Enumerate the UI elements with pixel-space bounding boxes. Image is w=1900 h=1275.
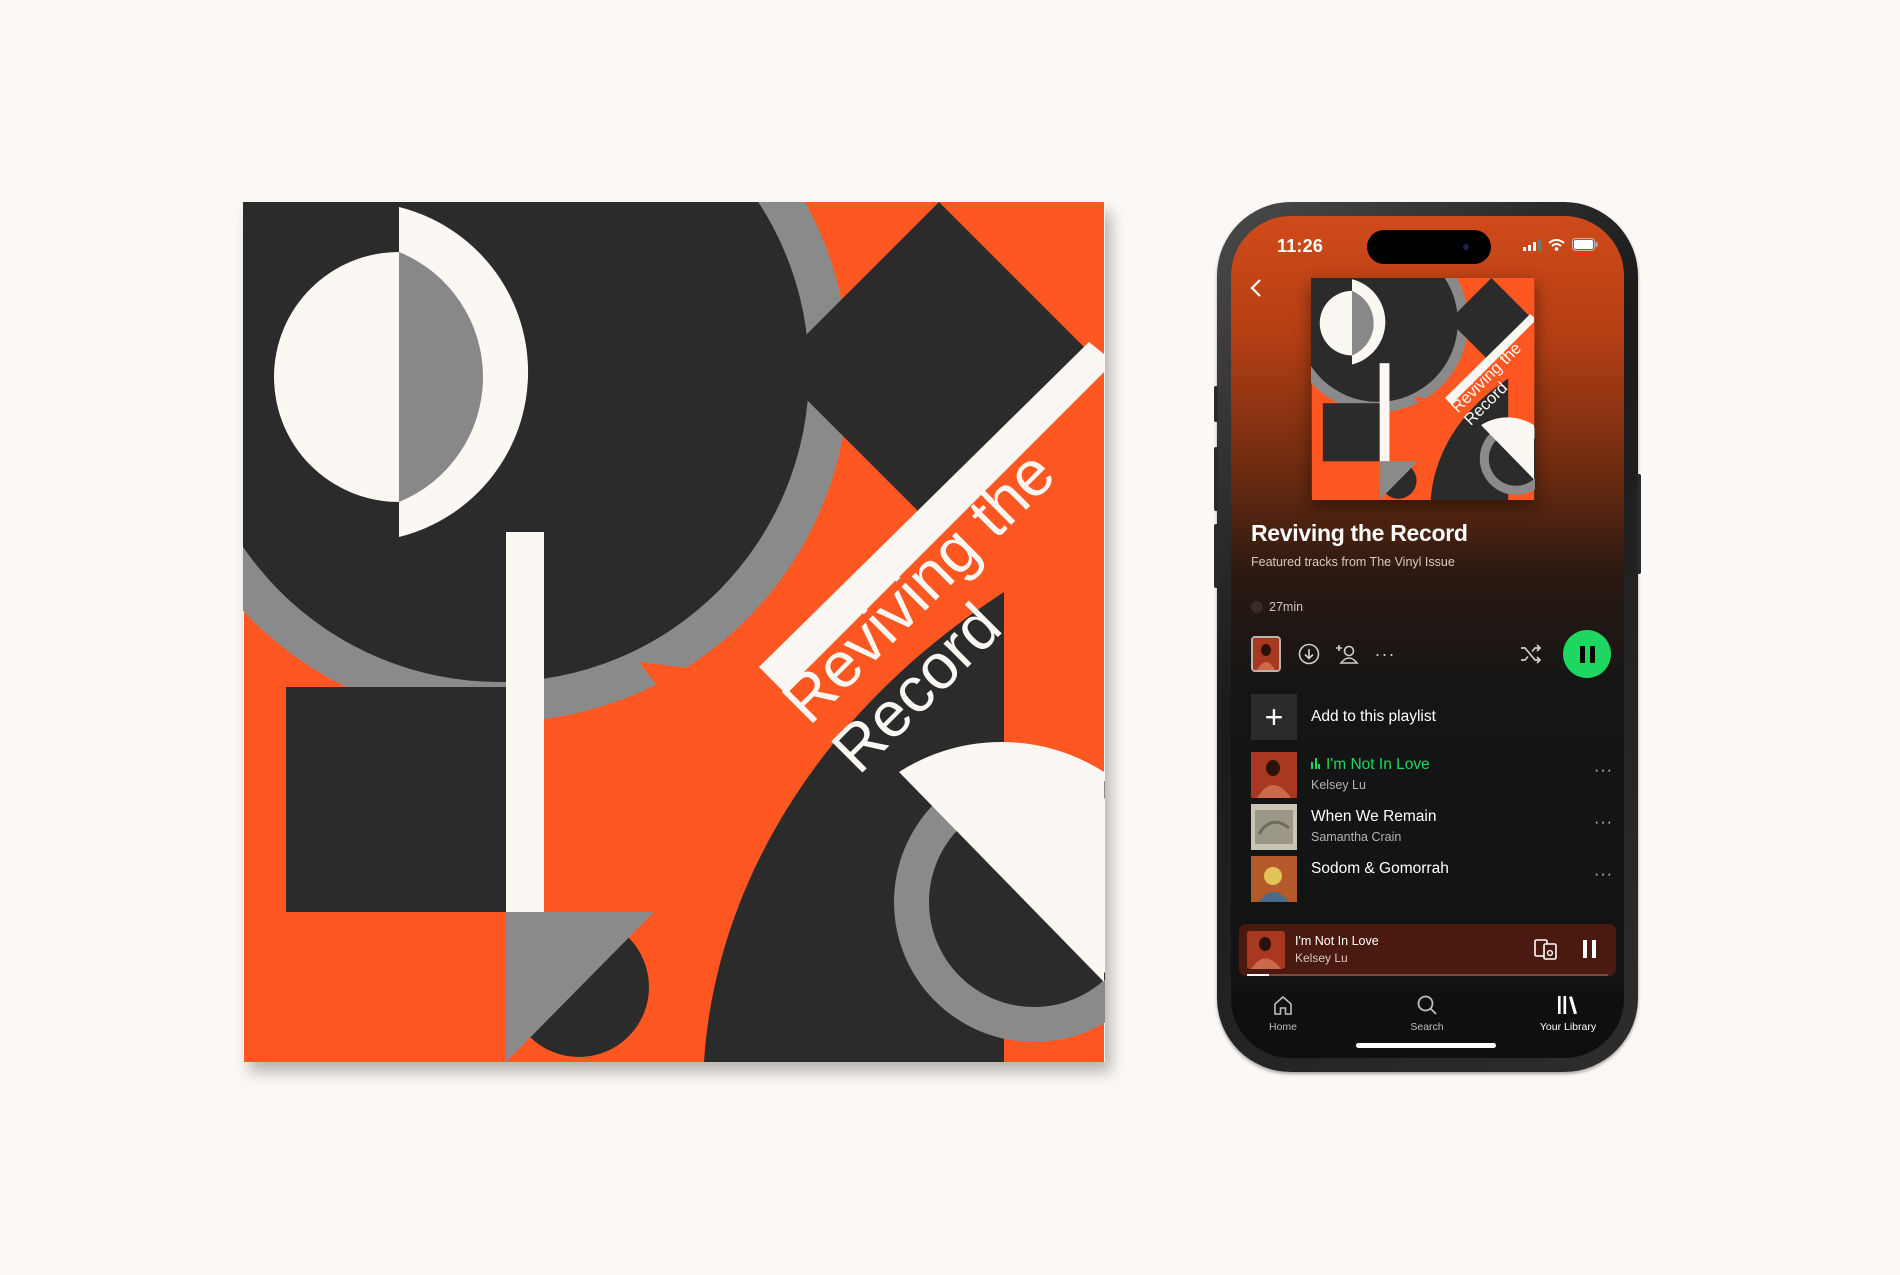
volume-down-button: [1214, 524, 1218, 588]
pause-icon: [1583, 940, 1587, 958]
playlist-cover: Reviving the Record: [1311, 278, 1535, 500]
tab-your-library-label: Your Library: [1539, 1021, 1597, 1033]
tab-bar: Home Search Your Library: [1231, 980, 1624, 1058]
download-icon: [1298, 643, 1320, 665]
preview-cover-button[interactable]: [1251, 636, 1281, 672]
back-button[interactable]: [1249, 278, 1263, 303]
track-title: Sodom & Gomorrah: [1311, 860, 1449, 877]
now-playing-cover: [1247, 931, 1285, 969]
phone-screen: 11:26 Reviving the Record Reviving the R…: [1231, 216, 1624, 1058]
mute-switch: [1214, 386, 1218, 422]
signal-icon: [1523, 238, 1541, 251]
status-time: 11:26: [1277, 236, 1324, 256]
track-cover: [1251, 752, 1297, 798]
volume-up-button: [1214, 447, 1218, 511]
owner-avatar[interactable]: [1251, 601, 1263, 613]
add-user-icon: [1336, 645, 1359, 664]
tab-home[interactable]: Home: [1238, 992, 1328, 1033]
add-to-playlist-label: Add to this playlist: [1311, 708, 1436, 725]
track-title: I'm Not In Love: [1326, 756, 1430, 773]
pause-button[interactable]: [1563, 630, 1611, 678]
playlist-duration: 27min: [1251, 600, 1303, 614]
add-collaborator-button[interactable]: [1333, 640, 1361, 668]
add-to-playlist-row[interactable]: + Add to this playlist: [1251, 694, 1436, 740]
track-artist: Samantha Crain: [1311, 830, 1402, 844]
album-art-graphic: Reviving the Record: [243, 202, 1105, 1062]
playlist-cover-graphic: Reviving the Record: [1311, 278, 1535, 500]
album-art-large: Reviving the Record: [243, 202, 1105, 1062]
devices-icon: [1534, 939, 1557, 960]
dynamic-island: [1367, 230, 1491, 264]
connect-device-button[interactable]: [1534, 938, 1558, 965]
wifi-icon: [1548, 238, 1565, 251]
track-more-icon[interactable]: ···: [1594, 814, 1613, 832]
equalizer-icon: [1311, 758, 1320, 769]
track-row[interactable]: Sodom & Gomorrah ···: [1251, 856, 1615, 916]
playlist-description: Featured tracks from The Vinyl Issue: [1251, 555, 1455, 569]
playback-progress-fill: [1247, 974, 1269, 976]
track-row[interactable]: I'm Not In Love Kelsey Lu ···: [1251, 752, 1615, 800]
track-cover: [1251, 804, 1297, 850]
track-more-icon[interactable]: ···: [1594, 866, 1613, 884]
now-playing-bar[interactable]: I'm Not In Love Kelsey Lu: [1239, 924, 1616, 976]
track-row[interactable]: When We Remain Samantha Crain ···: [1251, 804, 1615, 852]
chevron-left-icon: [1250, 279, 1261, 297]
track-more-icon[interactable]: ···: [1594, 762, 1613, 780]
playlist-controls: ···: [1251, 630, 1611, 678]
playlist-title: Reviving the Record: [1251, 520, 1468, 546]
track-title-row: I'm Not In Love: [1311, 756, 1430, 774]
pause-icon: [1579, 645, 1585, 663]
duration-text: 27min: [1269, 600, 1304, 614]
now-playing-pause-button[interactable]: [1583, 940, 1596, 958]
phone-frame: 11:26 Reviving the Record Reviving the R…: [1214, 202, 1641, 1072]
battery-icon: [1572, 238, 1598, 251]
preview-thumbnail: [1253, 638, 1279, 670]
library-icon: [1558, 996, 1577, 1015]
tab-home-label: Home: [1268, 1021, 1297, 1033]
track-cover: [1251, 856, 1297, 902]
home-indicator[interactable]: [1356, 1043, 1496, 1048]
power-button: [1637, 474, 1641, 574]
tab-your-library[interactable]: Your Library: [1523, 992, 1613, 1033]
now-playing-title: I'm Not In Love: [1295, 934, 1379, 948]
home-icon: [1274, 995, 1292, 1015]
search-icon: [1417, 995, 1437, 1015]
status-icons: [1523, 238, 1598, 251]
plus-icon: +: [1251, 694, 1297, 740]
tab-search-label: Search: [1410, 1021, 1444, 1033]
tab-search[interactable]: Search: [1382, 992, 1472, 1033]
more-options-button[interactable]: ···: [1371, 640, 1399, 668]
shuffle-icon: [1521, 644, 1542, 664]
shuffle-button[interactable]: [1517, 640, 1545, 668]
track-artist: Kelsey Lu: [1311, 778, 1366, 792]
more-icon: ···: [1374, 643, 1396, 664]
playback-progress[interactable]: [1247, 974, 1608, 976]
download-button[interactable]: [1295, 640, 1323, 668]
track-title: When We Remain: [1311, 808, 1437, 825]
now-playing-artist: Kelsey Lu: [1295, 951, 1348, 965]
